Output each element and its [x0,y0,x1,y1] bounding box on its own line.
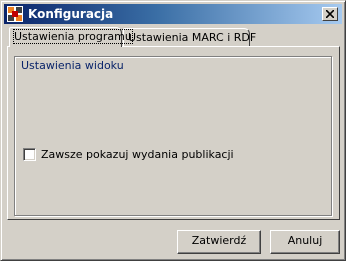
app-config-icon [7,6,23,22]
confirm-button[interactable]: Zatwierdź [177,230,261,254]
show-editions-label[interactable]: Zawsze pokazuj wydania publikacji [41,148,234,161]
view-settings-group: Ustawienia widoku Zawsze pokazuj wydania… [14,56,332,216]
group-title: Ustawienia widoku [21,59,124,72]
confirm-button-label: Zatwierdź [191,234,247,247]
tab-program-settings[interactable]: Ustawienia programu [9,27,133,47]
tab-panel: Ustawienia widoku Zawsze pokazuj wydania… [7,46,340,220]
tab-program-settings-label: Ustawienia programu [13,29,133,44]
close-icon [326,10,334,18]
window-title: Konfiguracja [28,7,114,21]
cancel-button[interactable]: Anuluj [270,230,340,254]
tab-marc-rdf-settings[interactable]: Ustawienia MARC i RDF [123,28,256,46]
tab-marc-rdf-settings-label: Ustawienia MARC i RDF [128,31,257,44]
config-dialog: Konfiguracja Ustawienia programu Ustawie… [0,0,346,261]
close-button[interactable] [322,7,338,21]
title-bar[interactable]: Konfiguracja [4,4,342,24]
show-editions-checkbox[interactable] [23,148,36,161]
cancel-button-label: Anuluj [287,234,323,247]
